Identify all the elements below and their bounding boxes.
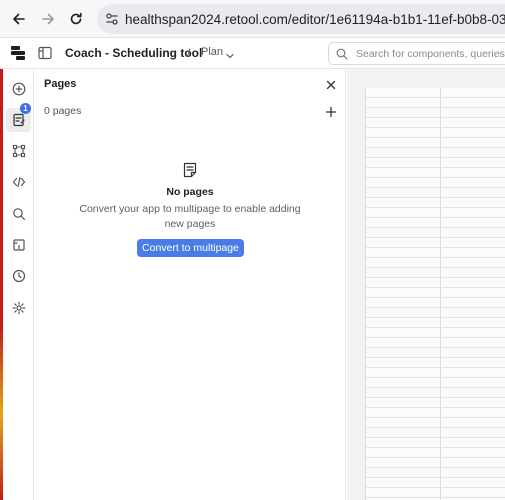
canvas-grid[interactable] — [365, 88, 505, 500]
pages-button[interactable]: 1 — [6, 103, 31, 132]
close-icon[interactable] — [325, 78, 337, 90]
back-icon[interactable] — [8, 8, 30, 30]
add-circle-icon — [12, 82, 25, 96]
app-header: Coach - Scheduling tool / Plan — [0, 38, 505, 69]
panel-title: Pages — [44, 78, 77, 90]
site-settings-icon[interactable] — [105, 10, 119, 28]
search-icon — [336, 48, 348, 60]
empty-state-title: No pages — [166, 186, 214, 198]
pages-icon — [12, 113, 25, 127]
history-button[interactable] — [6, 264, 31, 288]
add-component-button[interactable] — [6, 77, 31, 101]
pages-badge: 1 — [20, 103, 31, 114]
retool-logo-icon[interactable] — [10, 45, 26, 61]
left-icon-rail: 1 — [3, 69, 34, 500]
empty-state-description: Convert your app to multipage to enable … — [79, 203, 301, 230]
app-title[interactable]: Coach - Scheduling tool — [65, 46, 202, 60]
settings-button[interactable] — [6, 296, 31, 320]
pages-count: 0 pages — [44, 105, 82, 117]
component-tree-button[interactable] — [6, 139, 31, 163]
state-button[interactable] — [6, 233, 31, 257]
editor-canvas[interactable] — [347, 69, 505, 500]
url-text: healthspan2024.retool.com/editor/1e61194… — [125, 11, 505, 27]
browser-toolbar: healthspan2024.retool.com/editor/1e61194… — [0, 0, 505, 38]
search-button[interactable] — [6, 202, 31, 226]
code-icon — [12, 176, 25, 188]
add-page-icon[interactable] — [325, 105, 337, 118]
convert-to-multipage-button[interactable]: Convert to multipage — [137, 239, 244, 257]
forward-icon[interactable] — [37, 8, 59, 30]
history-icon — [12, 269, 25, 283]
pages-panel: Pages 0 pages No pages Convert your app … — [34, 69, 346, 500]
tree-icon — [12, 144, 25, 158]
document-icon — [182, 162, 198, 178]
code-button[interactable] — [6, 170, 31, 194]
search-box[interactable] — [328, 42, 505, 65]
page-selector[interactable]: Plan — [201, 46, 223, 58]
breadcrumb-separator: / — [187, 46, 191, 60]
search-input[interactable] — [356, 47, 505, 60]
gear-icon — [12, 301, 25, 315]
chevron-down-icon[interactable] — [225, 48, 235, 59]
search-icon — [12, 208, 25, 220]
state-icon — [12, 239, 25, 251]
layout-panel-icon[interactable] — [38, 46, 52, 60]
address-bar[interactable]: healthspan2024.retool.com/editor/1e61194… — [97, 4, 505, 34]
reload-icon[interactable] — [65, 8, 87, 30]
